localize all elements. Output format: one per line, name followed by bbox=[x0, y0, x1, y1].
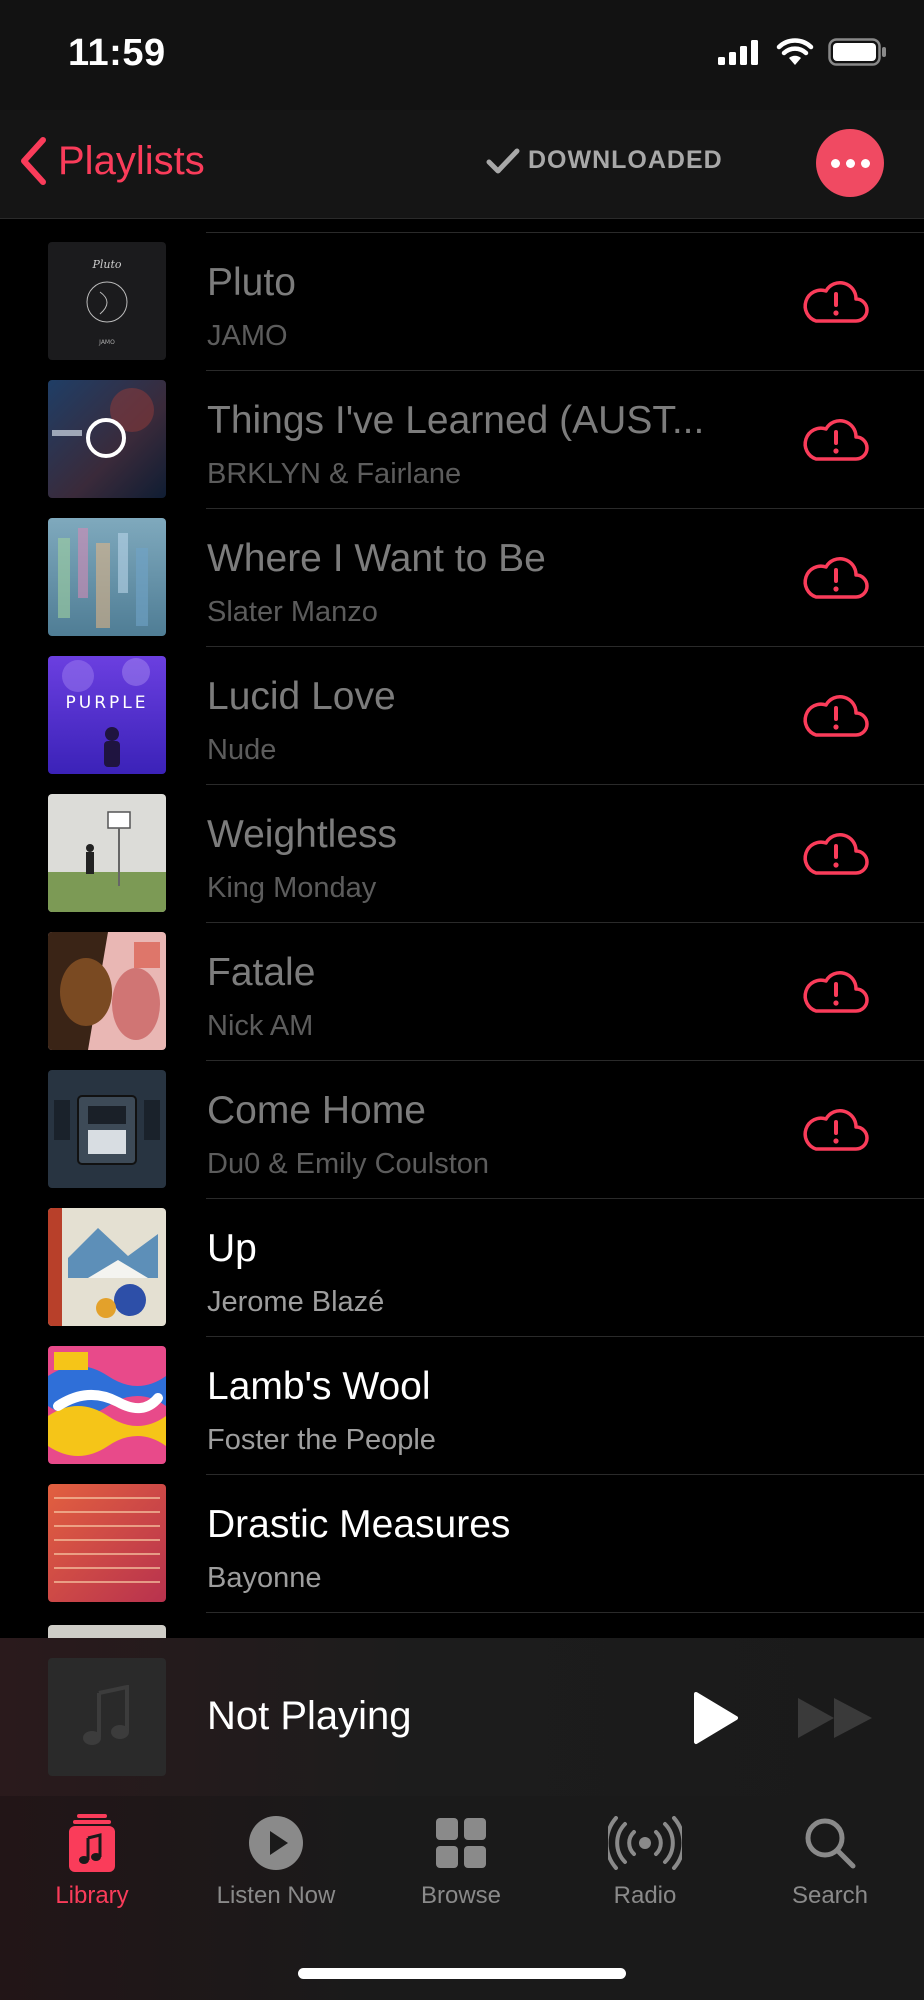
cloud-error-icon[interactable] bbox=[800, 1107, 870, 1153]
album-art bbox=[48, 1625, 166, 1638]
cloud-error-icon[interactable] bbox=[800, 555, 870, 601]
track-artist: BRKLYN & Fairlane bbox=[207, 458, 462, 490]
checkmark-icon bbox=[486, 148, 520, 173]
tab-label: Library bbox=[55, 1882, 129, 1909]
search-icon bbox=[805, 1818, 856, 1869]
track-row[interactable]: PURPLE Lucid Love Nude bbox=[0, 647, 924, 785]
track-title: Drastic Measures bbox=[207, 1503, 511, 1546]
tab-library[interactable]: Library bbox=[0, 1810, 184, 1910]
track-title: Lamb's Wool bbox=[207, 1365, 431, 1408]
track-artist: King Monday bbox=[207, 872, 377, 904]
track-row[interactable]: Things I've Learned (AUST... BRKLYN & Fa… bbox=[0, 371, 924, 509]
track-artist: Bayonne bbox=[207, 1562, 322, 1594]
track-title: Pluto bbox=[207, 261, 296, 304]
album-art bbox=[48, 932, 166, 1050]
back-button[interactable]: Playlists bbox=[18, 136, 205, 186]
chevron-left-icon bbox=[21, 137, 46, 185]
track-title: Come Home bbox=[207, 1089, 426, 1132]
track-artist: Du0 & Emily Coulston bbox=[207, 1148, 490, 1180]
track-row[interactable]: Drastic Measures Bayonne bbox=[0, 1475, 924, 1613]
more-icon bbox=[830, 158, 840, 168]
track-artist: Nude bbox=[207, 734, 277, 766]
tab-browse-icon-wrap bbox=[369, 1810, 553, 1876]
more-options-button[interactable] bbox=[816, 129, 884, 197]
track-artist: Nick AM bbox=[207, 1010, 314, 1042]
radio-icon bbox=[608, 1816, 682, 1870]
track-artist: JAMO bbox=[207, 320, 288, 352]
downloaded-label: DOWNLOADED bbox=[528, 146, 723, 174]
track-title: Up bbox=[207, 1227, 257, 1270]
home-indicator[interactable] bbox=[298, 1968, 626, 1979]
cloud-error-icon[interactable] bbox=[800, 969, 870, 1015]
svg-text:PURPLE: PURPLE bbox=[66, 693, 149, 713]
nav-header: Playlists DOWNLOADED bbox=[0, 110, 924, 219]
track-artist: Jerome Blazé bbox=[207, 1286, 385, 1318]
album-art bbox=[48, 1346, 166, 1464]
tab-listen-now-icon-wrap bbox=[184, 1810, 368, 1876]
music-note-icon bbox=[83, 1685, 129, 1745]
track-row[interactable]: Come Home Du0 & Emily Coulston bbox=[0, 1061, 924, 1199]
tab-label: Browse bbox=[420, 1882, 502, 1909]
cellular-signal-icon bbox=[718, 40, 758, 65]
divider bbox=[206, 1612, 924, 1613]
album-art bbox=[48, 1484, 166, 1602]
track-title: Things I've Learned (AUST... bbox=[207, 399, 705, 442]
more-icon-dot bbox=[845, 158, 855, 168]
track-row[interactable]: Lamb's Wool Foster the People bbox=[0, 1337, 924, 1475]
play-icon[interactable] bbox=[686, 1690, 742, 1746]
track-title: Fatale bbox=[207, 951, 316, 994]
track-row[interactable]: Weightless King Monday bbox=[0, 785, 924, 923]
track-list[interactable]: Pluto JAMO Pluto JAMO Things I've Learne… bbox=[0, 218, 924, 1638]
track-artist: Foster the People bbox=[207, 1424, 436, 1456]
album-art bbox=[48, 1070, 166, 1188]
mini-player[interactable]: Not Playing bbox=[0, 1638, 924, 1797]
track-row[interactable]: Pluto JAMO Pluto JAMO bbox=[0, 233, 924, 371]
mini-player-artwork bbox=[48, 1658, 166, 1776]
svg-text:Pluto: Pluto bbox=[91, 258, 121, 271]
tab-radio-icon-wrap bbox=[553, 1810, 737, 1876]
wifi-icon bbox=[776, 38, 814, 65]
album-art bbox=[48, 1208, 166, 1326]
track-row[interactable]: Where I Want to Be Slater Manzo bbox=[0, 509, 924, 647]
tab-radio[interactable]: Radio bbox=[553, 1810, 737, 1910]
status-icons bbox=[718, 38, 888, 66]
tab-library-icon-wrap bbox=[0, 1810, 184, 1876]
tab-browse[interactable]: Browse bbox=[369, 1810, 553, 1910]
downloaded-filter[interactable]: DOWNLOADED bbox=[486, 146, 723, 175]
tab-search-icon-wrap bbox=[738, 1810, 922, 1876]
now-playing-title: Not Playing bbox=[207, 1694, 412, 1738]
more-icon-dot bbox=[860, 158, 870, 168]
track-artist: Slater Manzo bbox=[207, 596, 378, 628]
cloud-error-icon[interactable] bbox=[800, 693, 870, 739]
album-art: Pluto JAMO bbox=[48, 242, 166, 360]
back-label: Playlists bbox=[58, 138, 205, 183]
grid-icon bbox=[436, 1818, 486, 1868]
track-row[interactable]: Up Jerome Blazé bbox=[0, 1199, 924, 1337]
play-circle-icon bbox=[249, 1816, 303, 1870]
album-art bbox=[48, 380, 166, 498]
tab-listen-now[interactable]: Listen Now bbox=[184, 1810, 368, 1910]
album-art: PURPLE bbox=[48, 656, 166, 774]
cloud-error-icon[interactable] bbox=[800, 831, 870, 877]
track-title: Lucid Love bbox=[207, 675, 396, 718]
tab-label: Search bbox=[791, 1882, 869, 1909]
svg-text:JAMO: JAMO bbox=[98, 339, 115, 346]
cloud-error-icon[interactable] bbox=[800, 417, 870, 463]
album-art bbox=[48, 794, 166, 912]
battery-icon bbox=[828, 38, 886, 66]
track-title: Where I Want to Be bbox=[207, 537, 546, 580]
cloud-error-icon[interactable] bbox=[800, 279, 870, 325]
tab-label: Listen Now bbox=[216, 1882, 336, 1909]
tab-search[interactable]: Search bbox=[738, 1810, 922, 1910]
library-icon bbox=[69, 1814, 115, 1872]
fast-forward-icon[interactable] bbox=[794, 1694, 876, 1742]
status-time: 11:59 bbox=[68, 32, 166, 74]
track-row[interactable]: Fatale Nick AM bbox=[0, 923, 924, 1061]
album-art bbox=[48, 518, 166, 636]
status-bar: 11:59 bbox=[0, 0, 924, 110]
tab-label: Radio bbox=[613, 1882, 677, 1909]
track-title: Weightless bbox=[207, 813, 398, 856]
